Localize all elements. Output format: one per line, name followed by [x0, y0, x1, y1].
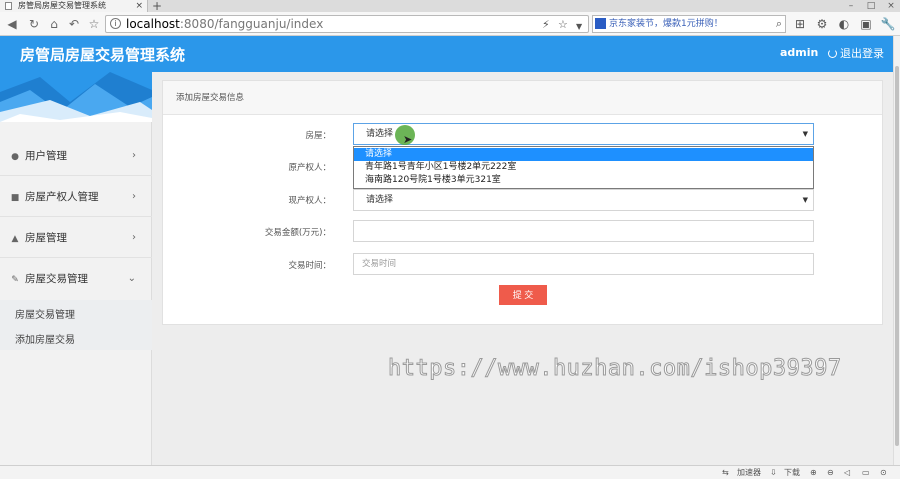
caret-down-icon: ▼	[802, 196, 808, 204]
owner-icon: ■	[10, 193, 20, 203]
current-user[interactable]: admin	[780, 46, 818, 59]
submenu-item-transaction-list[interactable]: 房屋交易管理	[15, 306, 75, 321]
home-icon: ▲	[11, 234, 19, 244]
sidebar-item-users[interactable]: ● 用户管理 ›	[0, 136, 152, 176]
sidebar-banner	[0, 72, 152, 122]
back-icon[interactable]: ◀	[4, 16, 20, 32]
gear-icon[interactable]: ⚙	[814, 16, 830, 32]
add-transaction-panel: 添加房屋交易信息 房屋： 请选择 ▼ 请选择 青年路1号青年小区1号楼2单元22…	[162, 80, 883, 325]
search-ad-text: 京东家装节，爆款1元拼购！	[609, 19, 723, 29]
power-icon	[828, 49, 837, 58]
sidebar-item-houses[interactable]: ▲ 房屋管理 ›	[0, 218, 152, 258]
dropdown-option[interactable]: 青年路1号青年小区1号楼2单元222室	[354, 161, 813, 174]
search-icon[interactable]: ⌕	[776, 16, 782, 32]
zoom-out-icon[interactable]: ⊖	[827, 467, 834, 479]
amount-label: 交易金额(万元)：	[264, 228, 331, 238]
user-icon: ●	[11, 152, 19, 162]
dropdown-option[interactable]: 海南路120号院1号楼3单元321室	[354, 174, 813, 187]
dropdown-arrow-icon[interactable]: ▼	[576, 19, 582, 35]
page-scrollbar[interactable]	[893, 36, 900, 465]
scroll-thumb[interactable]	[895, 66, 899, 446]
jd-logo-icon	[595, 18, 606, 29]
chevron-right-icon: ›	[132, 191, 136, 202]
time-label: 交易时间：	[288, 261, 331, 271]
url-path: :8080/fangguanju/index	[179, 17, 324, 31]
panel-title: 添加房屋交易信息	[163, 81, 882, 115]
sidebar-item-transactions[interactable]: ✎ 房屋交易管理 ⌄	[0, 259, 152, 299]
apps-icon[interactable]: ⊞	[792, 16, 808, 32]
dropdown-option[interactable]: 请选择	[354, 148, 813, 161]
caret-down-icon: ▼	[802, 130, 808, 138]
bookmark-star-icon[interactable]: ☆	[86, 16, 102, 32]
page-icon	[5, 2, 12, 10]
original-owner-label: 原产权人：	[288, 163, 331, 173]
mouse-cursor-icon: ➤	[403, 133, 413, 146]
url-host: localhost	[126, 17, 180, 31]
favorite-star-icon[interactable]: ☆	[558, 17, 568, 33]
sidebar-item-label: 用户管理	[25, 150, 67, 162]
download-label[interactable]: 下载	[784, 467, 800, 479]
submenu-item-add-transaction[interactable]: 添加房屋交易	[15, 331, 75, 346]
sidebar: ● 用户管理 › ■ 房屋产权人管理 › ▲ 房屋管理 › ✎ 房屋交易管理 ⌄ 房屋交…	[0, 72, 152, 465]
house-select-value: 请选择	[366, 129, 394, 139]
current-owner-label: 现产权人：	[288, 196, 331, 206]
zoom-in-icon[interactable]: ⊕	[810, 467, 817, 479]
house-dropdown-list: 请选择 青年路1号青年小区1号楼2单元222室 海南路120号院1号楼3单元32…	[353, 146, 814, 189]
minimize-button[interactable]: –	[842, 0, 860, 12]
house-label: 房屋：	[305, 131, 331, 141]
info-icon: i	[110, 18, 121, 29]
sidebar-item-label: 房屋交易管理	[25, 273, 88, 285]
maximize-button[interactable]: □	[862, 0, 880, 12]
wrench-tool-icon[interactable]: 🔧	[880, 16, 896, 32]
house-select[interactable]: 请选择 ▼	[353, 123, 814, 145]
history-back-icon[interactable]: ↶	[66, 16, 82, 32]
extension-icon[interactable]: ▣	[858, 16, 874, 32]
current-owner-select-value: 请选择	[366, 195, 394, 205]
sidebar-item-label: 房屋产权人管理	[25, 191, 99, 203]
accelerator-label[interactable]: 加速器	[737, 467, 761, 479]
browser-nav-bar: ◀ ↻ ⌂ ↶ ☆ i localhost:8080/fangguanju/in…	[0, 12, 900, 36]
address-bar[interactable]: i localhost:8080/fangguanju/index ⚡ ☆ ▼	[105, 15, 589, 33]
watermark-text: https://www.huzhan.com/ishop39397	[388, 356, 842, 382]
screen-icon[interactable]: ▭	[862, 467, 870, 479]
home-icon[interactable]: ⌂	[46, 16, 62, 32]
time-input[interactable]: 交易时间	[353, 253, 814, 275]
chevron-right-icon: ›	[132, 150, 136, 161]
browser-tab-bar: 房管局房屋交易管理系统 × + – □ ×	[0, 0, 900, 13]
submit-button[interactable]: 提 交	[499, 285, 547, 305]
volume-icon[interactable]: ◁	[844, 467, 850, 479]
accelerator-icon[interactable]: ⇆	[722, 467, 729, 479]
refresh-icon[interactable]: ↻	[26, 16, 42, 32]
current-owner-select[interactable]: 请选择 ▼	[353, 189, 814, 211]
logout-label: 退出登录	[840, 47, 884, 60]
search-box[interactable]: 京东家装节，爆款1元拼购！ ⌕	[592, 15, 786, 33]
wrench-icon: ✎	[11, 275, 19, 285]
amount-input[interactable]	[353, 220, 814, 242]
tab-close-icon[interactable]: ×	[135, 0, 143, 12]
lightning-icon[interactable]: ⚡	[542, 17, 550, 33]
app-title: 房管局房屋交易管理系统	[20, 46, 186, 64]
browser-status-bar: ⇆ 加速器 ⇩ 下载 ⊕ ⊖ ◁ ▭ ⊙	[0, 465, 900, 479]
sidebar-item-owners[interactable]: ■ 房屋产权人管理 ›	[0, 177, 152, 217]
sidebar-item-label: 房屋管理	[25, 232, 67, 244]
shield-icon[interactable]: ◐	[836, 16, 852, 32]
download-icon[interactable]: ⇩	[770, 467, 777, 479]
window-close-button[interactable]: ×	[882, 0, 900, 12]
submenu: 房屋交易管理 添加房屋交易	[0, 300, 152, 350]
logout-button[interactable]: 退出登录	[828, 45, 884, 61]
browser-tab[interactable]: 房管局房屋交易管理系统 ×	[0, 0, 148, 12]
zoom-level-icon[interactable]: ⊙	[880, 467, 887, 479]
app-header: 房管局房屋交易管理系统 admin 退出登录	[0, 36, 893, 72]
browser-tab-title: 房管局房屋交易管理系统	[18, 1, 106, 10]
chevron-down-icon: ⌄	[127, 273, 136, 284]
chevron-right-icon: ›	[132, 232, 136, 243]
